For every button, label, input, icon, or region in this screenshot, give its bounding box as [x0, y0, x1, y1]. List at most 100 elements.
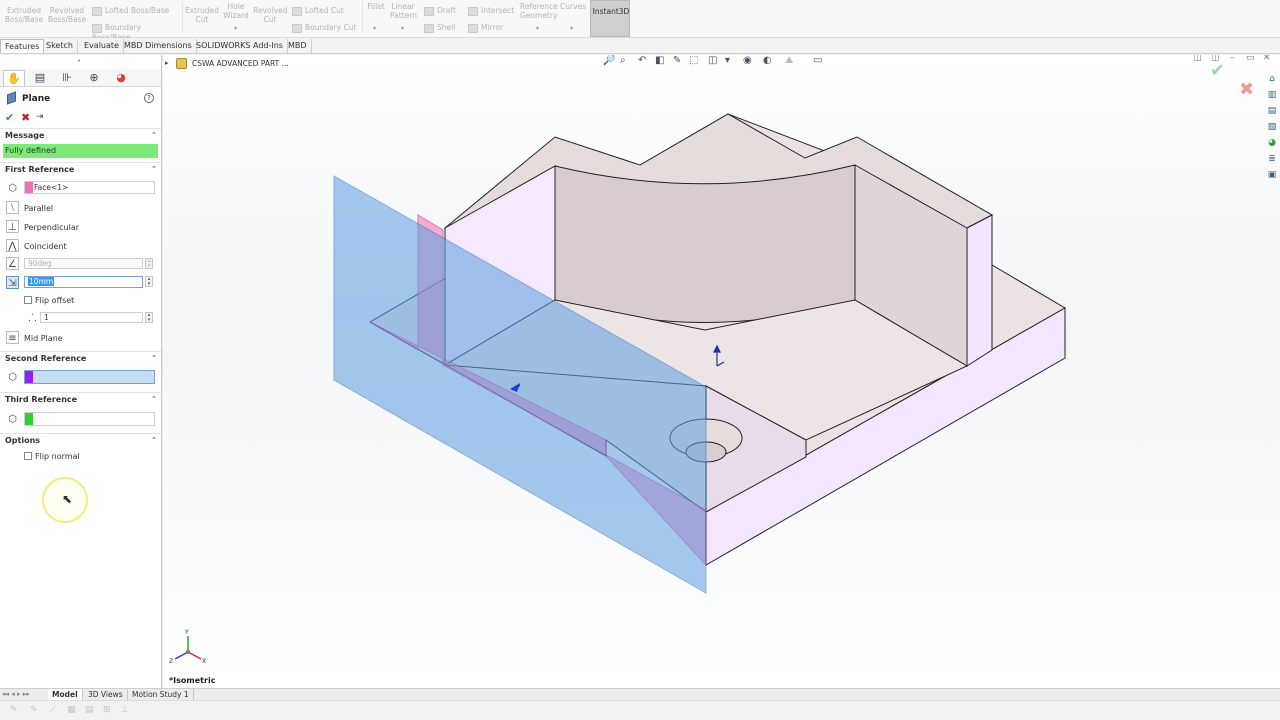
- offset-distance-input[interactable]: 10mm: [24, 276, 143, 288]
- keep-visible-pin-icon[interactable]: ⇥: [36, 112, 44, 122]
- flip-offset-checkbox[interactable]: [24, 296, 32, 304]
- linear-pattern-dropdown-icon[interactable]: ▾: [401, 25, 404, 32]
- lofted-cut-icon: [292, 6, 302, 16]
- collapse-chevron-icon[interactable]: ⌃: [151, 354, 157, 362]
- configuration-manager-tab-icon[interactable]: ⊪: [56, 70, 78, 86]
- reference-geometry-button[interactable]: Reference Geometry: [520, 2, 558, 20]
- mid-plane-option[interactable]: Mid Plane: [24, 334, 63, 343]
- dimxpert-tab-icon[interactable]: ⊕: [83, 70, 105, 86]
- second-reference-selection-box[interactable]: [24, 370, 155, 384]
- line-tool-icon[interactable]: ⟋: [50, 705, 61, 716]
- coincident-icon[interactable]: ⋀: [6, 239, 19, 252]
- revolved-cut-button[interactable]: Revolved Cut: [253, 6, 287, 24]
- feature-manager-tab-icon[interactable]: ▤: [29, 70, 51, 86]
- tab-solidworks-add-ins[interactable]: SOLIDWORKS Add-Ins: [192, 39, 288, 53]
- command-tab-bar: Features Sketch Evaluate MBD Dimensions …: [0, 38, 1280, 54]
- first-reference-selection-box[interactable]: Face<1>: [24, 181, 155, 194]
- curves-dropdown-icon[interactable]: ▾: [570, 25, 573, 32]
- distance-spinner[interactable]: ▴ ▾: [145, 276, 153, 287]
- cancel-button[interactable]: ✖: [21, 111, 30, 124]
- angle-input[interactable]: 90deg: [24, 258, 143, 269]
- draft-icon: [424, 6, 434, 16]
- coincident-option[interactable]: Coincident: [24, 242, 67, 251]
- flip-normal-checkbox[interactable]: [24, 452, 32, 460]
- tab-sketch[interactable]: Sketch: [42, 39, 78, 53]
- manager-tabs: ✋ ▤ ⊪ ⊕ ◕: [0, 69, 161, 87]
- intersect-button[interactable]: Intersect: [468, 6, 520, 16]
- lofted-cut-button[interactable]: Lofted Cut: [292, 6, 352, 16]
- tab-3d-views[interactable]: 3D Views: [84, 689, 128, 700]
- section-divider: [0, 162, 161, 163]
- collapse-chevron-icon[interactable]: ⌃: [151, 131, 157, 139]
- linear-pattern-button[interactable]: Linear Pattern: [390, 2, 417, 20]
- angle-icon[interactable]: ∠: [6, 257, 19, 270]
- sketch-tool-icon[interactable]: ✎: [10, 705, 21, 716]
- mirror-label: Mirror: [481, 23, 504, 32]
- grid-icon[interactable]: ▦: [67, 705, 78, 716]
- curves-button[interactable]: Curves: [560, 2, 586, 11]
- tab-label: Evaluate: [84, 41, 119, 50]
- third-reference-selection-box[interactable]: [24, 412, 155, 426]
- perpendicular-option[interactable]: Perpendicular: [24, 223, 79, 232]
- reference-geometry-dropdown-icon[interactable]: ▾: [536, 25, 539, 32]
- view-triad-icon: Y X Z: [169, 629, 206, 665]
- mirror-button[interactable]: Mirror: [468, 23, 520, 33]
- tab-label: Motion Study 1: [132, 690, 189, 699]
- help-icon[interactable]: ?: [144, 93, 154, 103]
- lofted-boss-button[interactable]: Lofted Boss/Base: [92, 6, 172, 16]
- hole-wizard-dropdown-icon[interactable]: ▾: [234, 25, 237, 32]
- collapse-chevron-icon[interactable]: ⌃: [151, 436, 157, 444]
- fillet-dropdown-icon[interactable]: ▾: [373, 25, 376, 32]
- parallel-icon[interactable]: ⧵: [6, 201, 19, 214]
- tab-model[interactable]: Model: [48, 689, 83, 700]
- first-reference-header[interactable]: First Reference ⌃: [5, 165, 157, 177]
- axis-icon[interactable]: ⊥: [121, 705, 132, 716]
- angle-spinner[interactable]: ▴ ▾: [145, 258, 153, 269]
- model-drawing[interactable]: Y X Z: [163, 55, 1280, 688]
- message-section-header[interactable]: Message ⌃: [5, 131, 157, 143]
- extruded-boss-button[interactable]: Extruded Boss/Base: [4, 6, 44, 24]
- tab-mbd-dimensions[interactable]: MBD Dimensions: [120, 39, 197, 53]
- tab-evaluate[interactable]: Evaluate: [80, 39, 124, 53]
- tab-motion-study-1[interactable]: Motion Study 1: [128, 689, 194, 700]
- extruded-cut-button[interactable]: Extruded Cut: [184, 6, 220, 24]
- smart-dimension-icon[interactable]: ✎: [30, 705, 41, 716]
- curved-wall-face: [554, 164, 856, 323]
- offset-distance-icon[interactable]: ⇲: [6, 276, 19, 289]
- shell-button[interactable]: Shell: [424, 23, 464, 33]
- instances-spinner[interactable]: ▴ ▾: [145, 312, 153, 323]
- tab-scroll-arrows[interactable]: ◂◂ ◂ ▸ ▸▸: [2, 689, 30, 700]
- curves-label: Curves: [560, 2, 587, 11]
- options-header[interactable]: Options ⌃: [5, 436, 157, 448]
- intersect-icon: [468, 6, 478, 16]
- fillet-button[interactable]: Fillet: [364, 2, 388, 11]
- flip-offset-label: Flip offset: [35, 296, 75, 305]
- display-manager-tab-icon[interactable]: ◕: [110, 70, 132, 86]
- second-reference-header[interactable]: Second Reference ⌃: [5, 354, 157, 366]
- table-icon[interactable]: ▤: [85, 705, 96, 716]
- revolved-boss-button[interactable]: Revolved Boss/Base: [46, 6, 88, 24]
- boundary-boss-icon: [92, 23, 102, 33]
- draft-button[interactable]: Draft: [424, 6, 464, 16]
- boundary-cut-button[interactable]: Boundary Cut: [292, 23, 358, 33]
- property-manager-tab-icon[interactable]: ✋: [3, 70, 25, 86]
- second-reference-color-swatch: [25, 371, 33, 383]
- panel-grip[interactable]: •: [77, 57, 81, 65]
- collapse-chevron-icon[interactable]: ⌃: [151, 165, 157, 173]
- hole-wizard-button[interactable]: Hole Wizard: [220, 2, 252, 20]
- mirror-icon: [468, 23, 478, 33]
- reference-geometry-label: Reference Geometry: [520, 2, 558, 20]
- parallel-option[interactable]: Parallel: [24, 204, 53, 213]
- mid-plane-icon[interactable]: ≡: [6, 331, 19, 344]
- align-icon[interactable]: ⊞: [103, 705, 114, 716]
- instant3d-button[interactable]: Instant3D: [590, 0, 630, 37]
- ok-button[interactable]: ✔: [5, 111, 14, 124]
- graphics-area[interactable]: ▸ CSWA ADVANCED PART ... 🔎 ⌕ ↶ ◧ ✎ ⬚ ◫ ▾…: [163, 55, 1280, 688]
- collapse-chevron-icon[interactable]: ⌃: [151, 395, 157, 403]
- tab-features[interactable]: Features: [0, 39, 45, 53]
- svg-text:Z: Z: [169, 658, 173, 665]
- perpendicular-icon[interactable]: ⊥: [6, 220, 19, 233]
- number-of-planes-input[interactable]: 1: [40, 312, 143, 323]
- third-reference-header[interactable]: Third Reference ⌃: [5, 395, 157, 407]
- tab-mbd[interactable]: MBD: [284, 39, 312, 53]
